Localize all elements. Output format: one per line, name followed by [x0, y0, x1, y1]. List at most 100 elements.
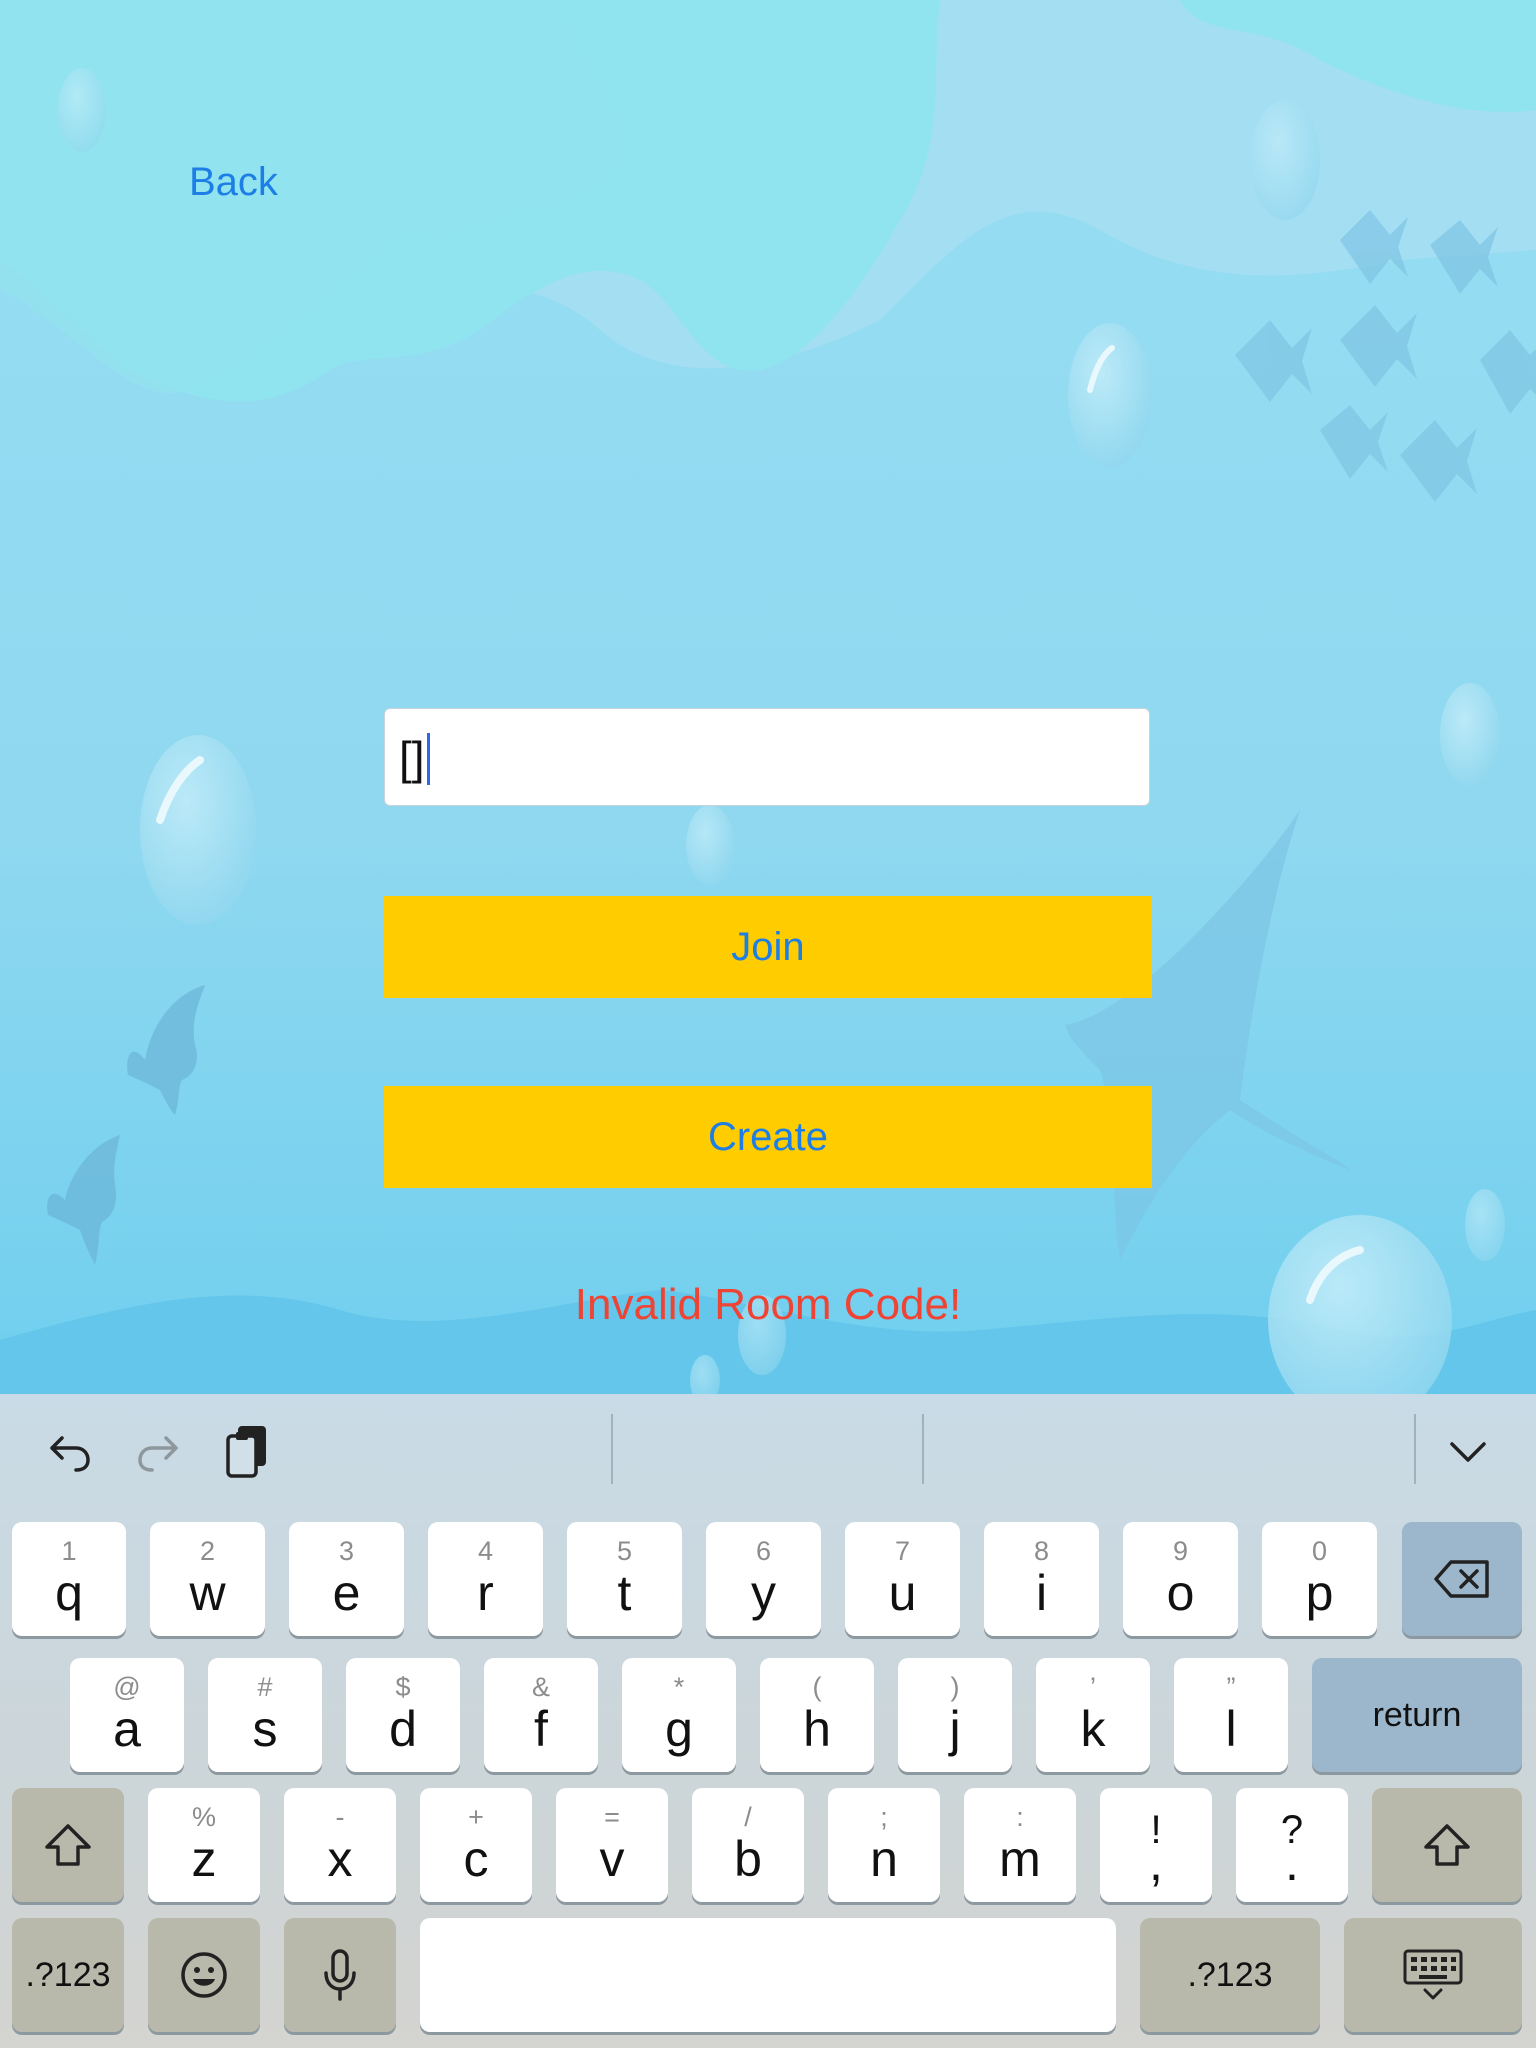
- key-h[interactable]: (h: [760, 1658, 874, 1772]
- microphone-icon: [284, 1918, 396, 2032]
- key-x[interactable]: -x: [284, 1788, 396, 1902]
- key-letter: j: [949, 1701, 961, 1757]
- key-q[interactable]: 1q: [12, 1522, 126, 1636]
- key-letter: q: [55, 1565, 83, 1621]
- key-letter: n: [870, 1831, 898, 1887]
- backspace-icon: [1402, 1522, 1522, 1636]
- space-key-label: [420, 1918, 1116, 2032]
- shift-icon: [12, 1788, 124, 1902]
- key-letter: f: [534, 1701, 548, 1757]
- key-letter: z: [191, 1831, 217, 1887]
- key-c[interactable]: + c: [420, 1788, 532, 1902]
- key-f[interactable]: & f: [484, 1658, 598, 1772]
- key-a[interactable]: @ a: [70, 1658, 184, 1772]
- room-code-input[interactable]: []: [384, 708, 1150, 806]
- key-hint: 4: [477, 1536, 494, 1566]
- key-hint: (: [812, 1672, 822, 1702]
- join-button[interactable]: Join: [384, 896, 1152, 998]
- key-hint: 9: [1172, 1536, 1189, 1566]
- toolbar-divider: [922, 1414, 924, 1484]
- numbers-key-left[interactable]: .?123: [12, 1918, 124, 2032]
- key-letter: i: [1035, 1565, 1048, 1621]
- key-s[interactable]: # s: [208, 1658, 322, 1772]
- undo-icon[interactable]: [40, 1422, 100, 1482]
- key-o[interactable]: 9o: [1123, 1522, 1238, 1636]
- key-letter: b: [734, 1831, 762, 1887]
- key-b[interactable]: / b: [692, 1788, 804, 1902]
- create-button[interactable]: Create: [384, 1086, 1152, 1188]
- key-w[interactable]: 2w: [150, 1522, 265, 1636]
- chevron-down-icon[interactable]: [1438, 1422, 1498, 1482]
- key-hint: 8: [1033, 1536, 1050, 1566]
- key-d[interactable]: $ d: [346, 1658, 460, 1772]
- shift-key-right[interactable]: [1372, 1788, 1522, 1902]
- hide-keyboard-key[interactable]: [1344, 1918, 1522, 2032]
- key-u[interactable]: 7u: [845, 1522, 960, 1636]
- numbers-key-label: .?123: [25, 1955, 111, 1994]
- key-letter: h: [803, 1701, 831, 1757]
- key-k[interactable]: ’ k: [1036, 1658, 1150, 1772]
- backspace-key[interactable]: [1402, 1522, 1522, 1636]
- key-letter: t: [617, 1565, 632, 1621]
- text-cursor: [427, 733, 430, 785]
- key-i[interactable]: 8i: [984, 1522, 1099, 1636]
- key-period[interactable]: ?.: [1236, 1788, 1348, 1902]
- space-key[interactable]: [420, 1918, 1116, 2032]
- key-letter: a: [113, 1701, 141, 1757]
- key-comma[interactable]: !,: [1100, 1788, 1212, 1902]
- key-n[interactable]: ; n: [828, 1788, 940, 1902]
- key-t[interactable]: 5t: [567, 1522, 682, 1636]
- key-e[interactable]: 3e: [289, 1522, 404, 1636]
- key-hint: #: [257, 1672, 273, 1702]
- key-letter: x: [327, 1831, 353, 1887]
- key-letter: w: [189, 1565, 226, 1621]
- key-letter: k: [1080, 1701, 1106, 1757]
- key-hint: &: [531, 1672, 550, 1702]
- microphone-key[interactable]: [284, 1918, 396, 2032]
- key-p[interactable]: 0p: [1262, 1522, 1377, 1636]
- key-hint: :: [1016, 1802, 1024, 1832]
- key-letter: e: [332, 1565, 361, 1621]
- numbers-key-right[interactable]: .?123: [1140, 1918, 1320, 2032]
- key-letter: v: [599, 1831, 625, 1887]
- key-letter: g: [665, 1701, 693, 1757]
- onscreen-keyboard: 1q 2w 3e 4r 5t 6y 7u 8i 9o 0p @ a # s $ d &…: [0, 1394, 1536, 2048]
- key-hint: 0: [1311, 1536, 1328, 1566]
- key-hint: @: [113, 1672, 141, 1702]
- shift-key-left[interactable]: [12, 1788, 124, 1902]
- key-hint: +: [468, 1802, 484, 1832]
- key-letter: .: [1285, 1835, 1299, 1891]
- shift-icon: [1372, 1788, 1522, 1902]
- key-hint: 5: [616, 1536, 633, 1566]
- key-hint: 6: [755, 1536, 772, 1566]
- key-hint: ’: [1090, 1672, 1096, 1702]
- key-l[interactable]: ” l: [1174, 1658, 1288, 1772]
- clipboard-paste-icon[interactable]: [218, 1422, 278, 1482]
- key-letter: d: [389, 1701, 417, 1757]
- key-hint: %: [191, 1802, 216, 1832]
- toolbar-divider: [611, 1414, 613, 1484]
- key-letter: l: [1225, 1701, 1237, 1757]
- key-letter: c: [463, 1831, 489, 1887]
- key-m[interactable]: :m: [964, 1788, 1076, 1902]
- key-z[interactable]: % z: [148, 1788, 260, 1902]
- key-hint: -: [335, 1802, 345, 1832]
- key-letter: r: [477, 1565, 494, 1621]
- app-screen: Back [] Join Create Invalid Room Code!: [0, 0, 1536, 1394]
- key-letter: o: [1166, 1565, 1195, 1621]
- key-y[interactable]: 6y: [706, 1522, 821, 1636]
- emoji-key[interactable]: [148, 1918, 260, 2032]
- key-letter: s: [252, 1701, 278, 1757]
- key-r[interactable]: 4r: [428, 1522, 543, 1636]
- key-v[interactable]: = v: [556, 1788, 668, 1902]
- back-button[interactable]: Back: [189, 160, 278, 205]
- key-letter: m: [999, 1831, 1041, 1887]
- key-letter: p: [1305, 1565, 1334, 1621]
- key-j[interactable]: ) j: [898, 1658, 1012, 1772]
- error-message: Invalid Room Code!: [574, 1280, 962, 1329]
- return-key[interactable]: return: [1312, 1658, 1522, 1772]
- keyboard-hide-icon: [1344, 1918, 1522, 2032]
- key-g[interactable]: * g: [622, 1658, 736, 1772]
- key-hint: 2: [199, 1536, 216, 1566]
- redo-icon[interactable]: [128, 1422, 188, 1482]
